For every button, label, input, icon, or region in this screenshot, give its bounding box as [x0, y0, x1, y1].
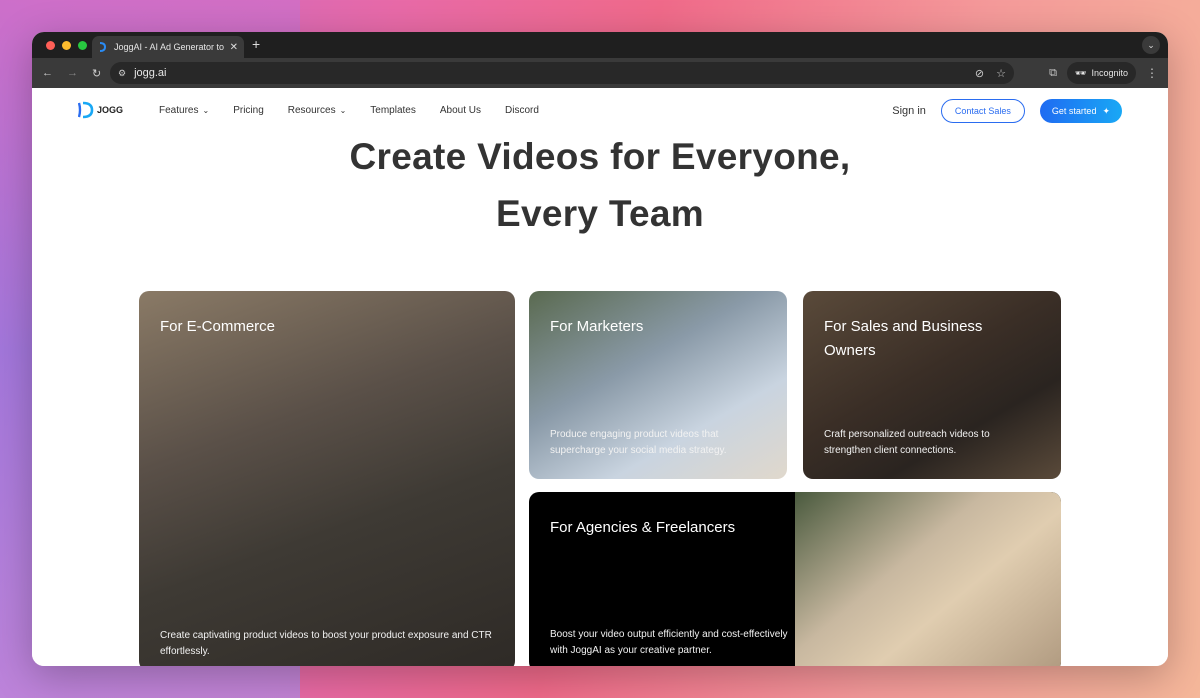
browser-menu-icon[interactable]: ⋮	[1146, 66, 1158, 80]
site-info-icon[interactable]: ⚙	[118, 68, 126, 79]
url-field[interactable]: ⚙ jogg.ai ⊘ ☆	[110, 62, 1014, 84]
menu-resources[interactable]: Resources ⌄	[288, 105, 347, 116]
extensions-icon[interactable]: ⧉	[1049, 67, 1057, 80]
card-description: Craft personalized outreach videos to st…	[824, 429, 990, 456]
jogg-favicon-icon	[99, 42, 107, 52]
forward-icon[interactable]: →	[67, 67, 78, 80]
card-photo	[795, 492, 1061, 666]
card-sales-business[interactable]: For Sales and Business Owners Craft pers…	[803, 291, 1061, 479]
logo-text: JOGG	[97, 105, 124, 115]
nav-buttons: ← → ↻	[42, 67, 101, 80]
card-title: For Marketers	[550, 318, 644, 335]
window-controls	[46, 41, 87, 50]
site-logo[interactable]: JOGG	[78, 101, 123, 119]
url-text: jogg.ai	[134, 67, 167, 79]
sign-in-link[interactable]: Sign in	[892, 105, 926, 117]
incognito-icon: 🕶	[1075, 67, 1087, 78]
menu-features[interactable]: Features ⌄	[159, 105, 209, 116]
card-title: For Sales and Business Owners	[824, 318, 983, 359]
card-ecommerce[interactable]: For E-Commerce Create captivating produc…	[139, 291, 515, 666]
get-started-button[interactable]: Get started ✦	[1039, 99, 1122, 123]
sparkle-icon: ✦	[1102, 105, 1110, 116]
address-bar: ← → ↻ ⚙ jogg.ai ⊘ ☆ ⧉ 🕶 Incognito ⋮	[32, 58, 1168, 88]
site-header: JOGG Features ⌄ Pricing Resources ⌄ Temp…	[32, 88, 1168, 132]
browser-window: JoggAI - AI Ad Generator to C ✕ + ⌄ ← → …	[32, 32, 1168, 666]
card-description: Create captivating product videos to boo…	[160, 630, 492, 657]
back-icon[interactable]: ←	[42, 67, 53, 80]
tab-bar: JoggAI - AI Ad Generator to C ✕ + ⌄	[32, 32, 1168, 58]
menu-about-us[interactable]: About Us	[440, 105, 481, 116]
card-marketers[interactable]: For Marketers Produce engaging product v…	[529, 291, 787, 479]
card-description: Produce engaging product videos that sup…	[550, 429, 727, 456]
maximize-window-button[interactable]	[78, 41, 87, 50]
new-tab-icon[interactable]: +	[252, 36, 260, 52]
minimize-window-button[interactable]	[62, 41, 71, 50]
chevron-down-icon: ⌄	[202, 105, 210, 115]
card-agencies-freelancers[interactable]: For Agencies & Freelancers Boost your vi…	[529, 492, 1061, 666]
close-window-button[interactable]	[46, 41, 55, 50]
jogg-logo-icon	[78, 101, 94, 119]
close-tab-icon[interactable]: ✕	[230, 42, 238, 53]
reload-icon[interactable]: ↻	[92, 67, 101, 80]
main-menu: Features ⌄ Pricing Resources ⌄ Templates…	[159, 105, 539, 116]
card-title: For Agencies & Freelancers	[550, 519, 736, 536]
incognito-badge[interactable]: 🕶 Incognito	[1067, 62, 1136, 84]
tab-search-icon[interactable]: ⌄	[1142, 36, 1160, 54]
menu-templates[interactable]: Templates	[370, 105, 416, 116]
bookmark-star-icon[interactable]: ☆	[996, 67, 1006, 80]
web-page: JOGG Features ⌄ Pricing Resources ⌄ Temp…	[32, 88, 1168, 666]
menu-discord[interactable]: Discord	[505, 105, 539, 116]
menu-pricing[interactable]: Pricing	[233, 105, 264, 116]
contact-sales-button[interactable]: Contact Sales	[940, 99, 1025, 123]
card-title: For E-Commerce	[160, 318, 276, 335]
eye-slash-icon[interactable]: ⊘	[975, 67, 984, 80]
card-description: Boost your video output efficiently and …	[550, 629, 788, 656]
browser-tab[interactable]: JoggAI - AI Ad Generator to C ✕	[92, 36, 244, 58]
hero-line-1: Create Videos for Everyone,	[349, 136, 851, 177]
incognito-label: Incognito	[1091, 68, 1128, 78]
hero-heading: Create Videos for Everyone, Every Team	[32, 128, 1168, 242]
chevron-down-icon: ⌄	[339, 105, 347, 115]
tab-title: JoggAI - AI Ad Generator to C	[114, 42, 224, 52]
hero-line-2: Every Team	[496, 193, 704, 234]
